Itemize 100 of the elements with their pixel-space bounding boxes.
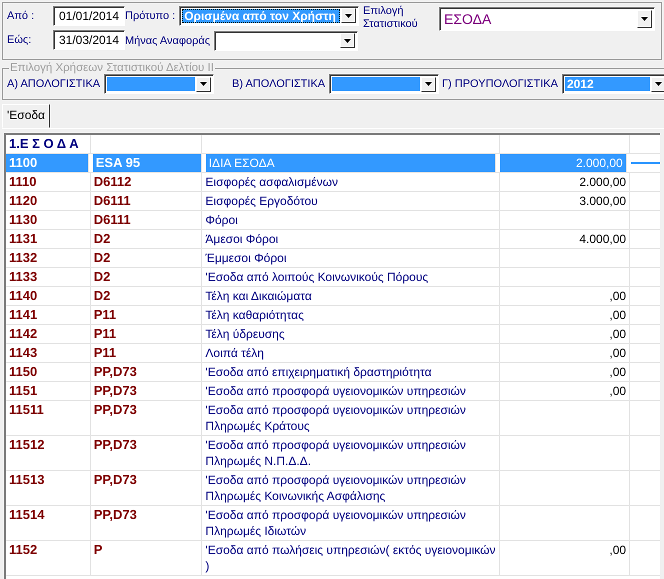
esa-cell: ESA 95 — [92, 154, 202, 172]
month-dropdown[interactable] — [214, 30, 358, 50]
dropdown-arrow-icon — [200, 82, 208, 86]
grid-row[interactable]: 1142 P11 Τέλη ύδρευσης ,00 — [6, 325, 660, 344]
esa-cell: D6111 — [90, 192, 202, 210]
amount-cell: ,00 — [609, 384, 626, 398]
grid-row[interactable]: 1131 D2 Άμεσοι Φόροι 4.000,00 — [6, 230, 660, 249]
grid-row[interactable]: 1140 D2 Τέλη και Δικαιώματα ,00 — [6, 287, 660, 306]
from-date-field[interactable]: 01/01/2014 — [53, 6, 125, 26]
tab[interactable]: 'Εσοδα — [2, 104, 50, 128]
code-cell: 1110 — [6, 173, 91, 191]
esa-cell: P — [90, 541, 202, 575]
esa-cell: PP,D73 — [90, 401, 202, 435]
section-heading: 1.Ε Σ Ο Δ Α — [6, 135, 91, 153]
statistic-dropdown[interactable]: ΕΣΟΔΑ — [439, 7, 655, 31]
grid-row[interactable]: 1150 PP,D73 'Εσοδα από επιχειρηματική δραστηριότητα ,00 — [6, 363, 660, 382]
description-cell: 'Εσοδα από προσφορά υγειονομικών υπηρεσιών Πληρωμές Ιδιωτών — [202, 506, 500, 540]
statistic-label: Επιλογή Στατιστικού — [363, 5, 419, 31]
grid-row[interactable]: 11511 PP,D73 'Εσοδα από προσφορά υγειονομικών υπηρεσιών Πληρωμές Κράτους — [6, 401, 660, 436]
to-label: Εώς: — [7, 34, 32, 46]
template-label: Πρότυπο : — [125, 10, 176, 22]
description-cell: Εισφορές Εργοδότου — [202, 192, 500, 210]
description-cell: Τέλη και Δικαιώματα — [202, 287, 500, 305]
dropdown-arrow-icon — [641, 17, 648, 21]
grid-row[interactable]: 1110 D6112 Εισφορές ασφαλισμένων 2.000,00 — [6, 173, 660, 192]
description-cell: ΙΔΙΑ ΕΣΟΔΑ — [206, 154, 496, 172]
esa-cell: PP,D73 — [90, 506, 202, 540]
description-cell: Εισφορές ασφαλισμένων — [202, 173, 500, 191]
dropdown-arrow-icon — [344, 38, 352, 42]
code-cell: 1141 — [6, 306, 91, 324]
amount-cell: 3.000,00 — [579, 194, 626, 208]
esa-cell: D6111 — [90, 211, 202, 229]
code-cell: 11513 — [6, 471, 91, 505]
grid-row[interactable]: 1132 D2 Έμμεσοι Φόροι — [6, 249, 660, 268]
description-cell: Λοιπά τέλη — [202, 344, 500, 362]
esa-cell: D6112 — [90, 173, 202, 191]
usage-label: Α) ΑΠΟΛΟΓΙΣΤΙΚΑ — [7, 78, 100, 90]
code-cell: 1133 — [6, 268, 91, 286]
month-label: Μήνας Αναφοράς — [125, 34, 210, 46]
amount-cell: ,00 — [609, 543, 626, 557]
group-title: Επιλογή Χρήσεων Στατιστικού Δελτίου ΙΙ — [9, 62, 215, 74]
code-cell: 1143 — [6, 344, 91, 362]
code-cell: 1150 — [6, 363, 91, 381]
grid-row[interactable]: 1130 D6111 Φόροι — [6, 211, 660, 230]
esa-cell: P11 — [90, 344, 202, 362]
dropdown-arrow-icon — [425, 82, 432, 86]
code-cell: 1131 — [6, 230, 91, 248]
description-cell: 'Εσοδα από προσφορά υγειονομικών υπηρεσιών Πληρωμές Ν.Π.Δ.Δ. — [202, 436, 500, 470]
grid-row[interactable]: 11512 PP,D73 'Εσοδα από προσφορά υγειονομικών υπηρεσιών Πληρωμές Ν.Π.Δ.Δ. — [6, 436, 660, 471]
grid-row[interactable]: 1151 PP,D73 'Εσοδα από προσφορά υγειονομικών υπηρεσιών ,00 — [6, 382, 660, 401]
grid-row[interactable]: 1141 P11 Τέλη καθαριότητας ,00 — [6, 306, 660, 325]
description-cell: 'Εσοδα από λοιπούς Κοινωνικούς Πόρους — [202, 268, 500, 286]
dropdown-arrow-icon — [654, 82, 662, 86]
grid-row[interactable]: 1133 D2 'Εσοδα από λοιπούς Κοινωνικούς Πόρους — [6, 268, 660, 287]
description-cell: Άμεσοι Φόροι — [202, 230, 500, 248]
code-cell: 11512 — [6, 436, 91, 470]
usage-label: Β) ΑΠΟΛΟΓΙΣΤΙΚΑ — [232, 78, 326, 90]
esa-cell: D2 — [90, 268, 202, 286]
amount-cell: 4.000,00 — [579, 232, 626, 246]
description-cell: Τέλη ύδρευσης — [202, 325, 500, 343]
amount-cell: 2.000,00 — [579, 175, 626, 189]
code-cell: 11514 — [6, 506, 91, 540]
amount-cell: ,00 — [609, 346, 626, 360]
amount-cell: ,00 — [609, 365, 626, 379]
grid-row[interactable]: 11513 PP,D73 'Εσοδα από προσφορά υγειονομικών υπηρεσιών Πληρωμές Κοινωνικής Ασφάλισης — [6, 471, 660, 506]
esa-cell: D2 — [90, 230, 202, 248]
code-cell: 1130 — [6, 211, 91, 229]
esa-cell: PP,D73 — [90, 471, 202, 505]
grid-row[interactable]: 1143 P11 Λοιπά τέλη ,00 — [6, 344, 660, 363]
code-cell: 1100 — [6, 154, 89, 172]
code-cell: 11511 — [6, 401, 91, 435]
description-cell: 'Εσοδα από επιχειρηματική δραστηριότητα — [202, 363, 500, 381]
esa-cell: P11 — [90, 325, 202, 343]
description-cell: Έμμεσοι Φόροι — [202, 249, 500, 267]
amount-cell: ,00 — [609, 308, 626, 322]
description-cell: 'Εσοδα από προσφορά υγειονομικών υπηρεσιών Πληρωμές Κοινωνικής Ασφάλισης — [202, 471, 500, 505]
esa-cell: PP,D73 — [90, 363, 202, 381]
grid-row[interactable]: 1120 D6111 Εισφορές Εργοδότου 3.000,00 — [6, 192, 660, 211]
esa-cell: D2 — [90, 287, 202, 305]
to-date-field[interactable]: 31/03/2014 — [53, 30, 125, 50]
code-cell: 1120 — [6, 192, 91, 210]
usage-label: Γ) ΠΡΟΥΠΟΛΟΓΙΣΤΙΚΑ — [442, 78, 558, 90]
esa-cell: PP,D73 — [90, 382, 202, 400]
description-cell: Φόροι — [202, 211, 500, 229]
esa-cell: PP,D73 — [90, 436, 202, 470]
code-cell: 1151 — [6, 382, 91, 400]
code-cell: 1132 — [6, 249, 91, 267]
amount-cell: ,00 — [609, 327, 626, 341]
description-cell: 'Εσοδα από προσφορά υγειονομικών υπηρεσιών — [202, 382, 500, 400]
description-cell: Τέλη καθαριότητας — [202, 306, 500, 324]
grid-row[interactable]: 1152 P 'Εσοδα από πωλήσεις υπηρεσιών( εκτός υγειονομικών ) ,00 — [6, 541, 660, 576]
amount-cell: 2.000,00 — [576, 156, 623, 170]
description-cell: 'Εσοδα από πωλήσεις υπηρεσιών( εκτός υγειονομικών ) — [202, 541, 500, 575]
esa-cell: P11 — [90, 306, 202, 324]
dropdown-arrow-icon — [345, 14, 352, 18]
code-cell: 1152 — [6, 541, 91, 575]
code-cell: 1140 — [6, 287, 91, 305]
code-cell: 1142 — [6, 325, 91, 343]
description-cell: 'Εσοδα από προσφορά υγειονομικών υπηρεσιών Πληρωμές Κράτους — [202, 401, 500, 435]
grid-row[interactable]: 11514 PP,D73 'Εσοδα από προσφορά υγειονομικών υπηρεσιών Πληρωμές Ιδιωτών — [6, 506, 660, 541]
